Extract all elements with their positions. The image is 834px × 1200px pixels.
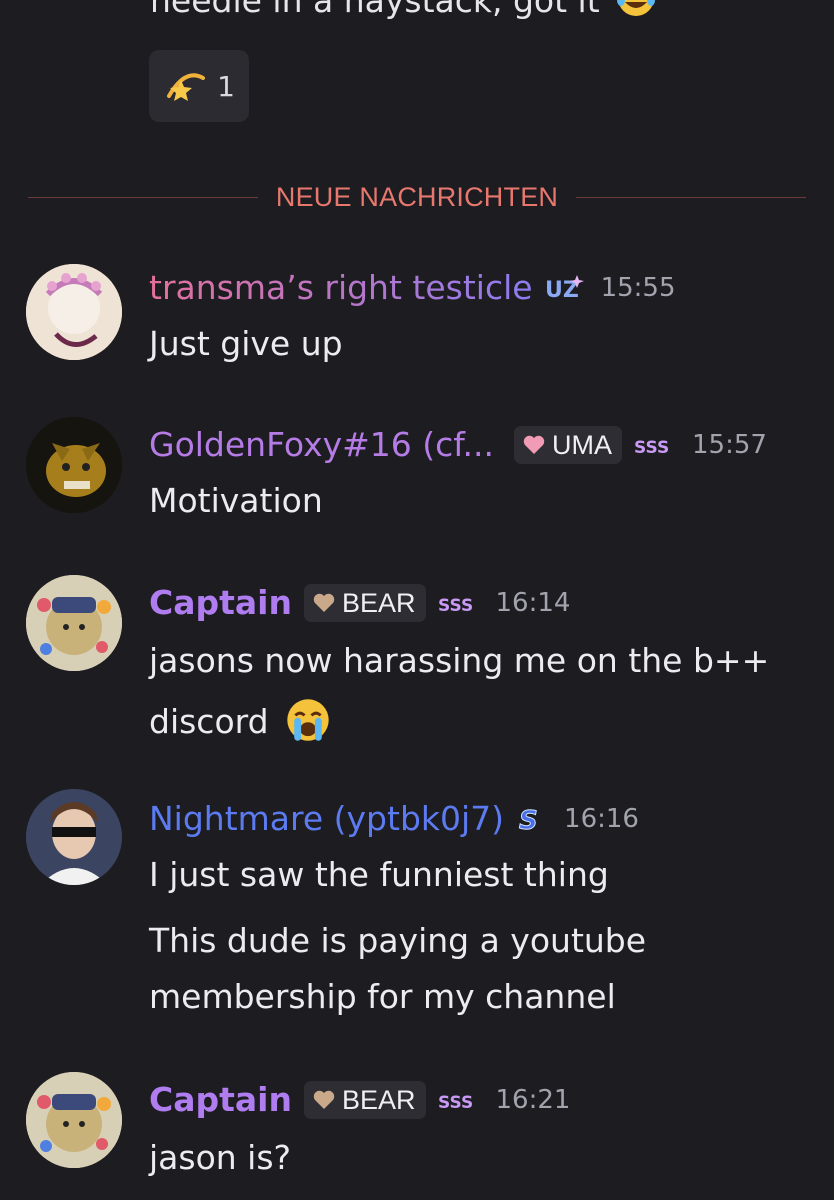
message-text: jasons now harassing me on the b++ — [149, 641, 770, 680]
message-text: Motivation — [149, 481, 323, 520]
username[interactable]: GoldenFoxy#16 (cf... — [149, 425, 494, 465]
message[interactable]: transma’s right testicle UZ 15:55 Just g… — [0, 250, 834, 363]
timestamp: 16:14 — [495, 588, 571, 618]
divider-line-right — [576, 196, 806, 198]
sss-badge-icon: SSS — [438, 596, 473, 616]
svg-text:SSS: SSS — [634, 438, 669, 458]
heart-icon — [313, 1090, 335, 1109]
message-text: I just saw the funniest thing — [149, 855, 609, 894]
heart-icon — [313, 593, 335, 612]
uz-badge-icon: UZ — [545, 275, 584, 303]
message-text: This dude is paying a youtube — [149, 921, 647, 960]
server-tag-label: BEAR — [341, 587, 416, 618]
avatar-image — [26, 575, 122, 671]
reaction-count: 1 — [217, 69, 235, 103]
new-messages-divider: NEUE NACHRICHTEN — [28, 180, 806, 214]
laughing-crying-emoji-icon — [617, 0, 656, 16]
previous-message-text: needle in a haystack, got it — [150, 0, 656, 20]
avatar-image — [26, 264, 122, 360]
username[interactable]: transma’s right testicle — [149, 268, 533, 308]
server-tag[interactable]: BEAR — [303, 584, 426, 622]
server-tag[interactable]: UMA — [513, 426, 622, 464]
message-header: Captain BEAR SSS 16:14 — [149, 583, 570, 623]
message-text-line-2: discord — [149, 697, 331, 743]
avatar[interactable] — [26, 417, 122, 513]
avatar[interactable] — [26, 1072, 122, 1168]
server-tag-label: UMA — [551, 429, 612, 460]
username[interactable]: Captain — [149, 583, 292, 623]
avatar-image — [26, 417, 122, 513]
message-header: Nightmare (yptbk0j7) S 16:16 — [149, 799, 639, 839]
sss-badge-icon: SSS — [634, 438, 669, 458]
message-text: Just give up — [149, 324, 343, 363]
new-messages-label: NEUE NACHRICHTEN — [275, 181, 559, 212]
svg-text:SSS: SSS — [438, 596, 473, 616]
message-header: Captain BEAR SSS 16:21 — [149, 1080, 570, 1120]
avatar[interactable] — [26, 264, 122, 360]
avatar-image — [26, 789, 122, 885]
shooting-star-icon — [167, 73, 206, 101]
username[interactable]: Captain — [149, 1080, 292, 1120]
avatar[interactable] — [26, 575, 122, 671]
heart-icon — [523, 435, 545, 454]
message[interactable]: Captain BEAR SSS 16:21 jason is? — [0, 1062, 834, 1192]
s-badge-icon: S — [519, 806, 539, 836]
message-text: membership for my channel — [149, 977, 616, 1016]
svg-text:SSS: SSS — [438, 1093, 473, 1113]
message-header: transma’s right testicle UZ 15:55 — [149, 268, 676, 308]
message[interactable]: Nightmare (yptbk0j7) S 16:16 I just saw … — [0, 785, 834, 1035]
username[interactable]: Nightmare (yptbk0j7) — [149, 799, 504, 839]
message-header: GoldenFoxy#16 (cf... UMA SSS 15:57 — [149, 425, 767, 465]
server-tag-label: BEAR — [341, 1084, 416, 1115]
server-tag[interactable]: BEAR — [303, 1081, 426, 1119]
divider-line-left — [28, 196, 258, 198]
sss-badge-icon: SSS — [438, 1093, 473, 1113]
message[interactable]: Captain BEAR SSS 16:14 jasons now harass… — [0, 565, 834, 745]
message-text: discord — [149, 702, 269, 741]
timestamp: 15:57 — [691, 430, 767, 460]
avatar-image — [26, 1072, 122, 1168]
svg-text:S: S — [519, 806, 538, 835]
timestamp: 16:16 — [564, 804, 639, 834]
crying-face-emoji-icon — [287, 699, 329, 741]
message[interactable]: GoldenFoxy#16 (cf... UMA SSS 15:57 Motiv… — [0, 405, 834, 525]
reaction-button[interactable]: 1 — [149, 50, 249, 122]
message-text: jason is? — [149, 1138, 292, 1177]
timestamp: 15:55 — [600, 273, 676, 303]
avatar[interactable] — [26, 789, 122, 885]
timestamp: 16:21 — [495, 1085, 571, 1115]
previous-message-tail: needle in a haystack, got it — [150, 0, 600, 20]
